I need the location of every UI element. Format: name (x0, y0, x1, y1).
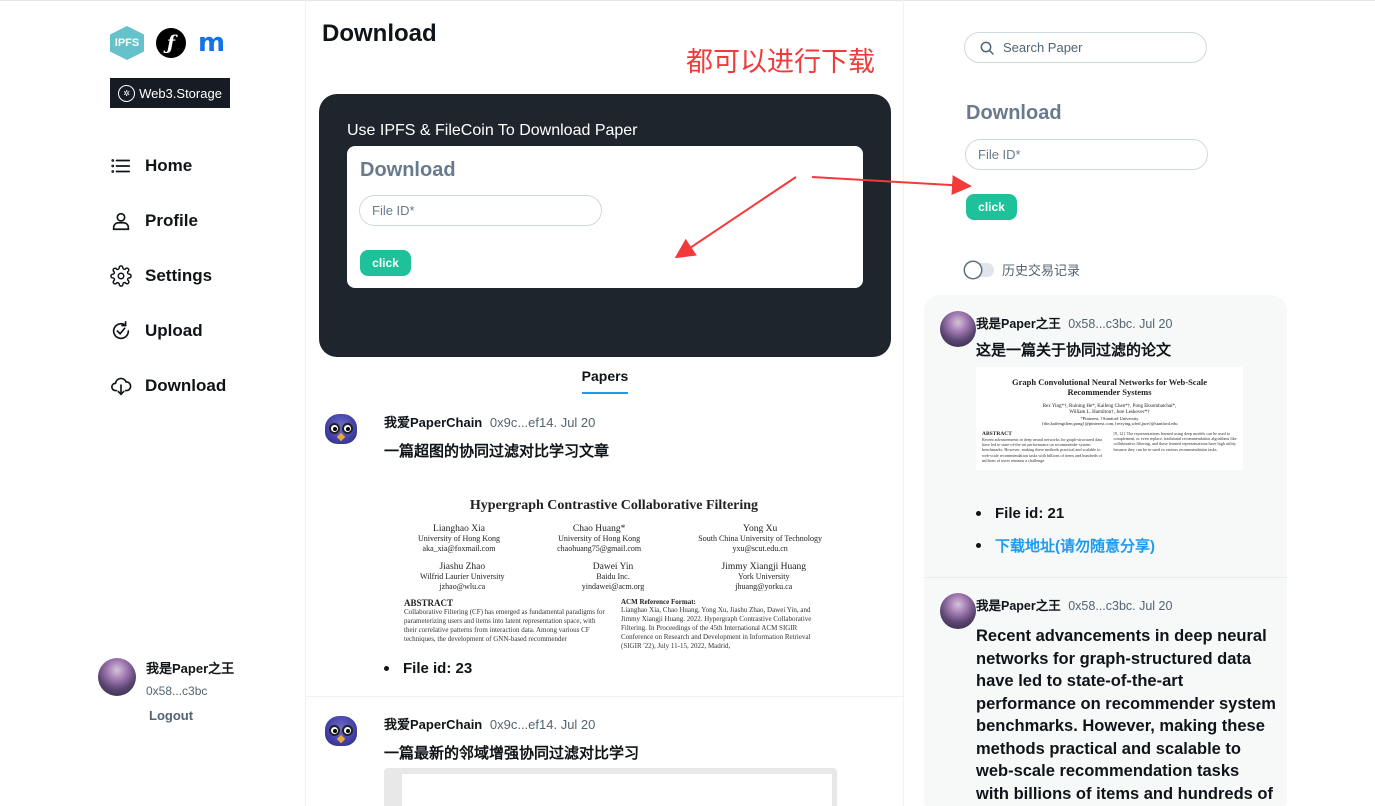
nav-label-profile: Profile (145, 210, 198, 230)
download-link[interactable]: 下载地址(请勿随意分享) (976, 535, 1155, 556)
post-header: 我爱PaperChain 0x9c...ef14. Jul 20 (384, 714, 595, 733)
post-header: 我是Paper之王 0x58...c3bc. Jul 20 (976, 595, 1172, 614)
post-text: 一篇最新的邻域增强协同过滤对比学习 (384, 745, 640, 762)
filecoin-logo[interactable]: ƒ (156, 28, 186, 58)
app-page: IPFS ƒ m ✲ Web3.Storage Home Profile Set… (0, 0, 1375, 806)
nav-item-profile[interactable]: Profile (110, 193, 226, 248)
nav-item-upload[interactable]: Upload (110, 303, 226, 358)
post-author[interactable]: 我是Paper之王 (976, 317, 1061, 331)
post-meta: 0x9c...ef14. Jul 20 (489, 717, 596, 732)
file-id: File id: 21 (976, 505, 1064, 522)
post-author[interactable]: 我爱PaperChain (384, 717, 482, 732)
nav-label-download: Download (145, 375, 227, 395)
list-icon (111, 158, 131, 173)
search-placeholder: Search Paper (1003, 40, 1083, 55)
logo-group: IPFS ƒ m (110, 26, 225, 60)
file-id: File id: 23 (384, 660, 472, 677)
post-author[interactable]: 我是Paper之王 (976, 599, 1061, 613)
post-meta: 0x58...c3bc. Jul 20 (1068, 599, 1173, 613)
feed-post: 我是Paper之王 0x58...c3bc. Jul 20 Recent adv… (924, 593, 1287, 806)
download-form-title: Download (360, 159, 456, 181)
main-column: Download 都可以进行下载 Use IPFS & FileCoin To … (306, 0, 904, 806)
avatar[interactable] (322, 410, 360, 448)
paper-title: Hypergraph Contrastive Collaborative Fil… (469, 498, 759, 513)
user-name: 我是Paper之王 (146, 661, 235, 676)
nav-item-home[interactable]: Home (110, 138, 226, 193)
download-form-title: Download (966, 102, 1062, 124)
avatar[interactable] (940, 593, 976, 629)
post-header: 我是Paper之王 0x58...c3bc. Jul 20 (976, 313, 1172, 332)
nav-item-download[interactable]: Download (110, 358, 226, 413)
paper-authors-row: Lianghao Xia University of Hong Kong aka_x… (418, 524, 822, 553)
avatar[interactable] (322, 712, 360, 750)
post-text: 一篇超图的协同过滤对比学习文章 (384, 443, 610, 460)
download-form: Download File ID* click (347, 146, 863, 288)
history-toggle[interactable] (965, 261, 994, 278)
ipfs-logo[interactable]: IPFS (110, 26, 144, 60)
user-icon (112, 212, 130, 230)
paper-post: 我爱PaperChain 0x9c...ef14. Jul 20 一篇超图的协同… (306, 410, 904, 696)
search-input[interactable]: Search Paper (964, 32, 1207, 63)
nav-label-settings: Settings (145, 265, 213, 285)
sidebar-nav: Home Profile Settings Upload Download (110, 138, 226, 413)
divider (924, 577, 1287, 578)
download-card-heading: Use IPFS & FileCoin To Download Paper (347, 122, 638, 139)
web3-storage-badge[interactable]: ✲ Web3.Storage (110, 78, 230, 108)
download-click-button[interactable]: click (966, 194, 1017, 220)
nav-label-upload: Upload (145, 320, 203, 340)
avatar (98, 658, 136, 696)
upload-icon (112, 320, 130, 339)
download-card: Use IPFS & FileCoin To Download Paper Do… (319, 94, 891, 357)
file-id-input[interactable]: File ID* (359, 195, 602, 226)
post-header: 我爱PaperChain 0x9c...ef14. Jul 20 (384, 412, 595, 431)
paper-authors-row: Jiashu Zhao Wilfrid Laurier University jzh… (420, 562, 806, 591)
history-toggle-label: 历史交易记录 (1002, 263, 1081, 278)
annotation-text: 都可以进行下载 (686, 47, 875, 77)
nav-label-home: Home (145, 155, 193, 175)
tab-papers[interactable]: Papers (581, 368, 629, 394)
feed-post: 我是Paper之王 0x58...c3bc. Jul 20 这是一篇关于协同过滤… (924, 311, 1287, 577)
paper-feed: 我是Paper之王 0x58...c3bc. Jul 20 这是一篇关于协同过滤… (924, 295, 1287, 806)
gear-icon (110, 264, 132, 287)
web3-storage-label: Web3.Storage (139, 85, 222, 101)
current-user[interactable]: 我是Paper之王 0x58...c3bc (98, 658, 234, 698)
right-panel: Search Paper Download File ID* click 历史交… (904, 0, 1375, 806)
paper-preview[interactable] (384, 768, 837, 806)
post-meta: 0x9c...ef14. Jul 20 (489, 415, 596, 430)
nav-item-settings[interactable]: Settings (110, 248, 226, 303)
history-toggle-row: 历史交易记录 (965, 260, 1080, 279)
download-click-button[interactable]: click (360, 250, 411, 276)
divider (306, 696, 904, 697)
tab-bar: Papers (306, 368, 904, 394)
paper-preview[interactable]: Graph Convolutional Neural Networks for … (976, 367, 1243, 470)
post-text: Recent advancements in deep neural netwo… (976, 627, 1276, 803)
post-author[interactable]: 我爱PaperChain (384, 415, 482, 430)
cloud-download-icon (111, 377, 132, 395)
post-text: 这是一篇关于协同过滤的论文 (976, 342, 1172, 359)
paper-preview[interactable]: Hypergraph Contrastive Collaborative Fil… (398, 498, 830, 664)
logout-button[interactable]: Logout (149, 708, 193, 723)
page-title: Download (322, 20, 437, 47)
post-meta: 0x58...c3bc. Jul 20 (1068, 317, 1173, 331)
file-id-input[interactable]: File ID* (965, 139, 1208, 170)
web3-storage-icon: ✲ (118, 84, 136, 102)
user-address: 0x58...c3bc (146, 684, 208, 698)
search-icon (980, 41, 994, 55)
sidebar: IPFS ƒ m ✲ Web3.Storage Home Profile Set… (0, 0, 306, 806)
avatar[interactable] (940, 311, 976, 347)
moralis-logo[interactable]: m (198, 30, 225, 56)
